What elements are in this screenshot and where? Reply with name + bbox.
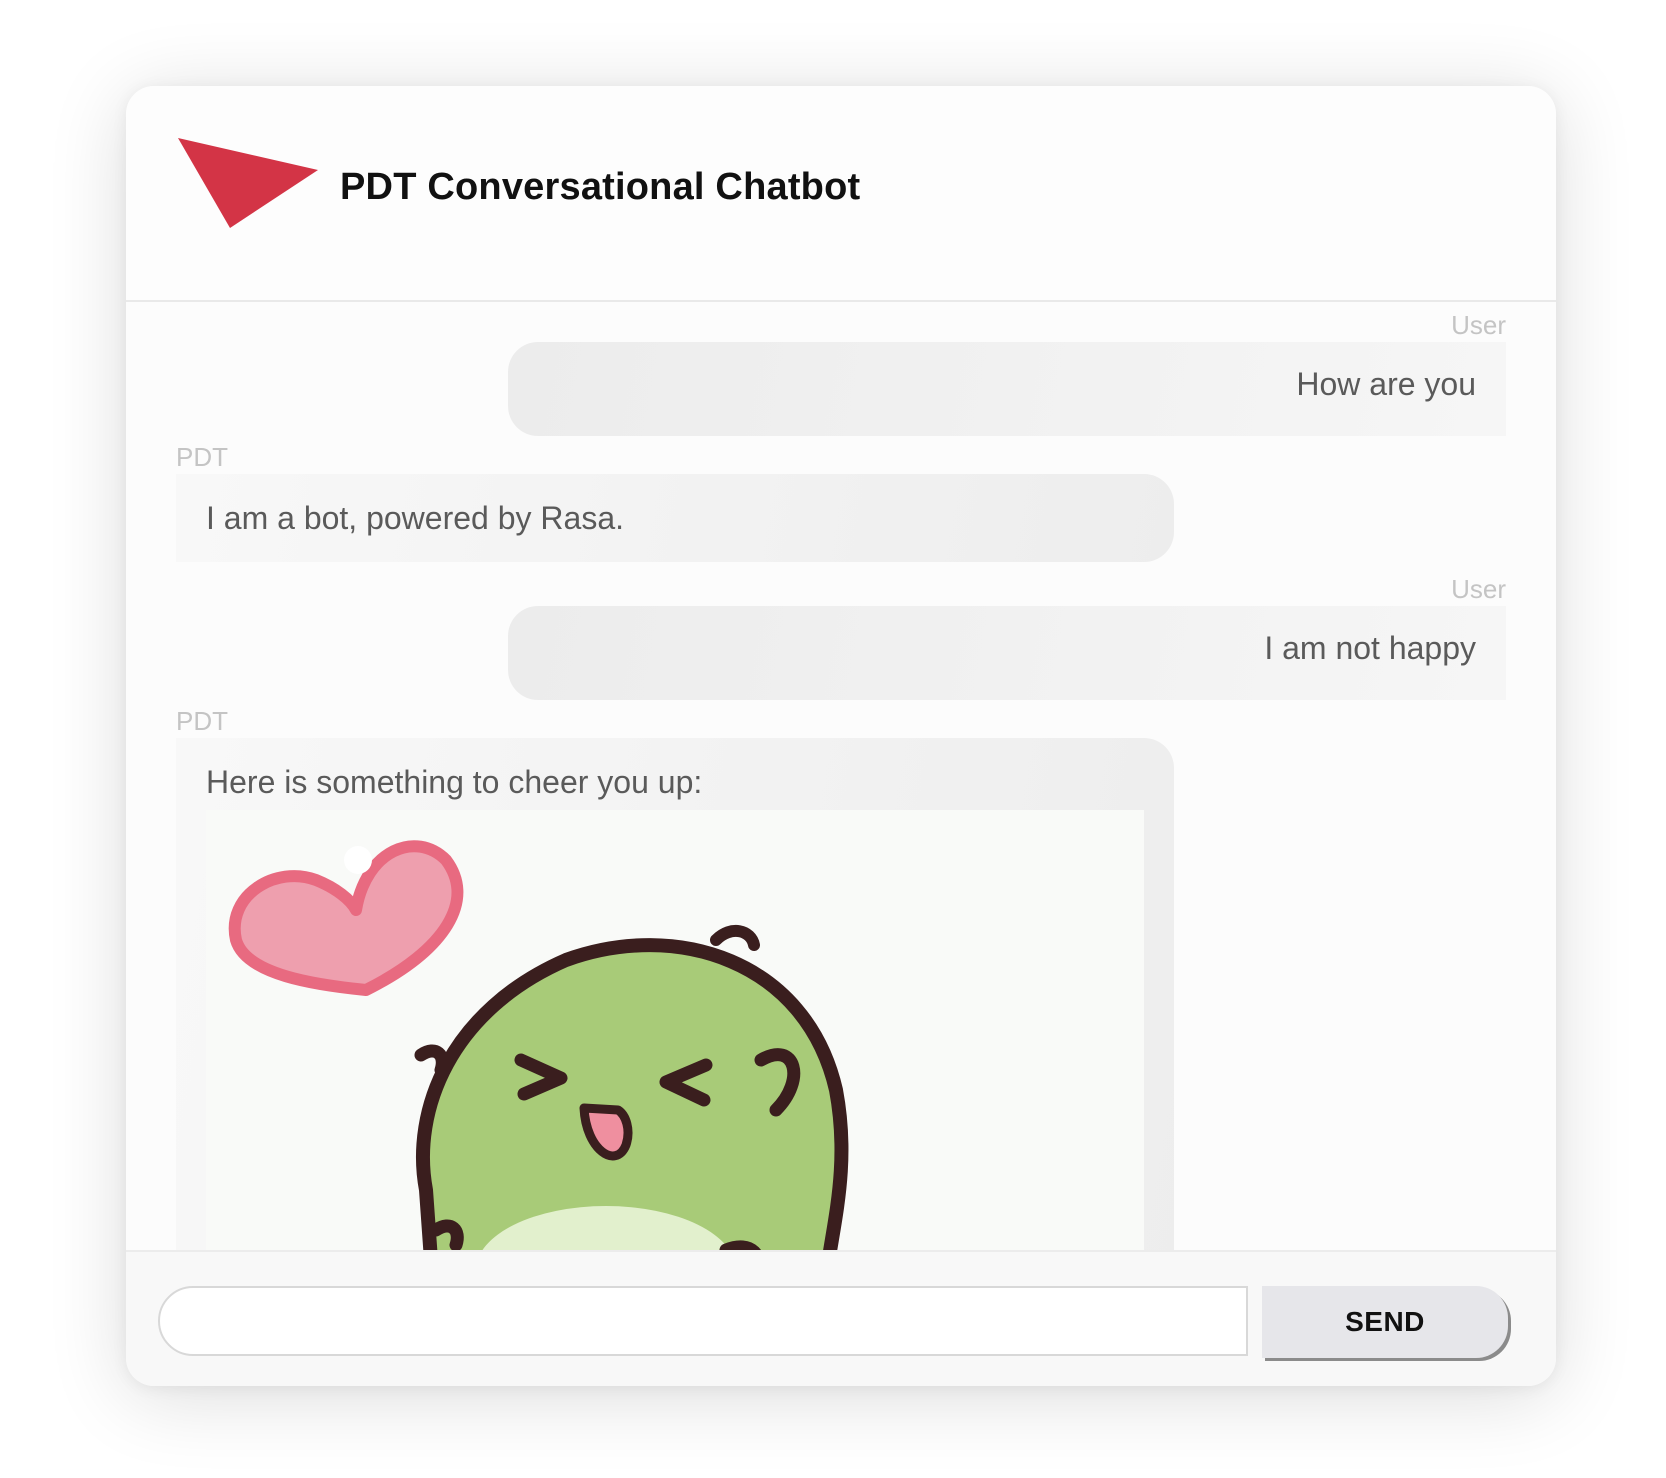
frog-illustration-icon: [228, 840, 1026, 1310]
message-list[interactable]: User How are you PDT I am a bot, powered…: [126, 302, 1556, 1334]
page-title: PDT Conversational Chatbot: [340, 166, 861, 208]
sender-label: PDT: [176, 442, 228, 472]
bot-message-bubble: Here is something to cheer you up:: [176, 738, 1174, 1334]
sender-label: PDT: [176, 706, 228, 736]
sender-label: User: [1451, 310, 1506, 340]
logo-triangle-icon: [178, 138, 318, 228]
sender-label: User: [1451, 574, 1506, 604]
send-button[interactable]: SEND: [1262, 1286, 1508, 1358]
user-message-bubble: I am not happy: [508, 606, 1506, 700]
cheer-up-image: [206, 810, 1144, 1310]
message-input[interactable]: [158, 1286, 1248, 1356]
chat-header: PDT Conversational Chatbot: [126, 86, 1556, 302]
chat-window: PDT Conversational Chatbot User How are …: [126, 86, 1556, 1386]
bot-message-bubble: I am a bot, powered by Rasa.: [176, 474, 1174, 562]
bot-message-text: Here is something to cheer you up:: [206, 764, 703, 800]
user-message-bubble: How are you: [508, 342, 1506, 436]
heart-icon: [228, 840, 464, 996]
composer-bar: SEND: [126, 1250, 1556, 1386]
